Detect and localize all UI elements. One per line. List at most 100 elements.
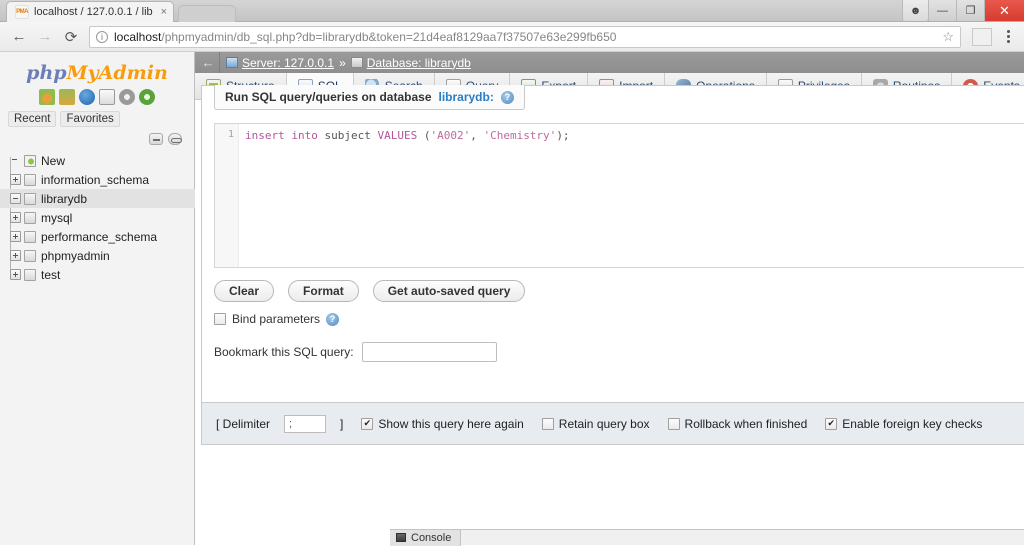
url-path: /phpmyadmin/db_sql.php?db=librarydb&toke…: [161, 29, 617, 44]
sql-token: subject: [324, 129, 378, 142]
option-label: Enable foreign key checks: [842, 416, 983, 431]
link-with-main-panel-icon[interactable]: [168, 133, 182, 145]
phpmyadmin-logo[interactable]: phpMyAdmin: [0, 52, 194, 87]
rollback-when-finished-checkbox[interactable]: [667, 417, 680, 430]
server-icon[interactable]: [59, 89, 75, 105]
option-label: Rollback when finished: [684, 416, 808, 431]
get-auto-saved-query-button[interactable]: Get auto-saved query: [372, 280, 526, 302]
breadcrumb-separator: »: [339, 55, 346, 70]
close-window-button[interactable]: ✕: [984, 0, 1024, 21]
help-icon[interactable]: ?: [326, 312, 340, 326]
minimize-button[interactable]: —: [928, 0, 956, 21]
retain-query-box-option[interactable]: Retain query box: [541, 416, 650, 431]
reload-icon[interactable]: ⟳: [58, 24, 84, 50]
page-body: phpMyAdmin Recent Favorites New informat…: [0, 52, 1024, 546]
delimiter-close-label: ]: [340, 416, 344, 431]
settings-gear-icon[interactable]: [119, 89, 135, 105]
database-icon: [24, 192, 36, 205]
browser-menu-icon[interactable]: [998, 30, 1018, 43]
tab-favorites[interactable]: Favorites: [60, 111, 120, 127]
browser-titlebar: PMA localhost / 127.0.0.1 / lib × ☻ — ❐ …: [0, 0, 1024, 22]
sql-code-content[interactable]: insert into subject VALUES ('A002', 'Che…: [239, 124, 1024, 148]
retain-query-box-checkbox[interactable]: [541, 417, 554, 430]
tree-item-librarydb[interactable]: librarydb: [0, 189, 195, 208]
sql-editor[interactable]: 1 insert into subject VALUES ('A002', 'C…: [214, 123, 1024, 268]
address-bar[interactable]: i localhost /phpmyadmin/db_sql.php?db=li…: [89, 25, 961, 48]
bookmark-input[interactable]: [361, 342, 497, 362]
back-icon[interactable]: ←: [6, 24, 32, 50]
show-query-again-checkbox[interactable]: [361, 417, 374, 430]
pma-favicon-icon: PMA: [15, 5, 29, 19]
bind-parameters-checkbox[interactable]: [214, 313, 226, 325]
profile-avatar-icon[interactable]: ☻: [902, 0, 928, 21]
browser-tabstrip: PMA localhost / 127.0.0.1 / lib ×: [0, 0, 237, 22]
tree-item-information_schema[interactable]: information_schema: [6, 170, 194, 189]
bookmark-label: Bookmark this SQL query:: [214, 345, 354, 359]
format-button[interactable]: Format: [288, 280, 359, 302]
breadcrumb-server[interactable]: Server: 127.0.0.1: [242, 56, 334, 70]
back-arrow-icon[interactable]: ←: [199, 55, 217, 70]
help-icon[interactable]: ?: [500, 90, 514, 104]
expand-icon[interactable]: [10, 212, 21, 223]
breadcrumb-database[interactable]: Database: librarydb: [367, 56, 471, 70]
bookmark-row: Bookmark this SQL query:: [214, 342, 1024, 362]
new-database-icon: [24, 154, 36, 167]
collapse-icon[interactable]: [10, 193, 21, 204]
close-icon[interactable]: ×: [161, 6, 167, 18]
new-tab-button[interactable]: [178, 5, 237, 22]
extension-icon[interactable]: [972, 27, 992, 46]
console-bar[interactable]: Console: [390, 529, 1024, 546]
tree-item-phpmyadmin[interactable]: phpmyadmin: [6, 246, 194, 265]
tree-item-label: librarydb: [41, 191, 88, 206]
clear-button[interactable]: Clear: [214, 280, 275, 302]
delimiter-input[interactable]: ;: [284, 414, 327, 433]
browser-tab[interactable]: PMA localhost / 127.0.0.1 / lib ×: [6, 1, 175, 22]
sidebar-controls: [0, 127, 194, 149]
tree-item-performance_schema[interactable]: performance_schema: [6, 227, 194, 246]
globe-icon[interactable]: [79, 89, 95, 105]
sql-page-content: Run SQL query/queries on database librar…: [201, 85, 1024, 497]
url-host: localhost: [114, 29, 162, 44]
database-icon: [24, 173, 36, 186]
rollback-when-finished-option[interactable]: Rollback when finished: [667, 416, 808, 431]
browser-window: PMA localhost / 127.0.0.1 / lib × ☻ — ❐ …: [0, 0, 1024, 546]
tab-recent[interactable]: Recent: [8, 111, 57, 127]
panel-title-database[interactable]: librarydb:: [439, 90, 494, 104]
enable-foreign-key-checks-option[interactable]: Enable foreign key checks: [825, 417, 982, 431]
sidebar-mini-tabs: Recent Favorites: [0, 111, 194, 127]
collapse-all-icon[interactable]: [149, 133, 163, 145]
tree-item-test[interactable]: test: [6, 265, 194, 284]
editor-button-row: Clear Format Get auto-saved query: [214, 280, 1024, 302]
expand-icon[interactable]: [10, 269, 21, 280]
database-icon: [350, 57, 363, 68]
navbar-right-actions: [966, 27, 1018, 46]
tree-item-label: New: [41, 153, 66, 168]
show-query-again-option[interactable]: Show this query here again: [361, 417, 524, 431]
tree-item-new[interactable]: New: [6, 151, 194, 170]
database-icon: [24, 249, 36, 262]
server-icon: [226, 57, 238, 68]
console-icon: [396, 533, 406, 542]
sql-token: 'Chemistry': [483, 129, 557, 142]
tree-item-mysql[interactable]: mysql: [6, 208, 194, 227]
reload-icon[interactable]: [139, 89, 155, 105]
database-icon: [24, 230, 36, 243]
bind-parameters-label: Bind parameters: [232, 312, 321, 326]
forward-icon[interactable]: →: [32, 24, 58, 50]
bookmark-star-icon[interactable]: ☆: [934, 29, 954, 45]
sql-token: );: [556, 129, 570, 142]
expand-icon[interactable]: [10, 231, 21, 242]
maximize-button[interactable]: ❐: [956, 0, 984, 21]
expand-icon[interactable]: [10, 250, 21, 261]
option-label: Retain query box: [558, 416, 650, 431]
breadcrumb-divider: [219, 52, 220, 73]
site-info-icon[interactable]: i: [96, 30, 108, 43]
documentation-icon[interactable]: [99, 89, 115, 105]
expand-icon[interactable]: [10, 174, 21, 185]
main-panel: ← Server: 127.0.0.1 » Database: libraryd…: [195, 52, 1024, 546]
home-icon[interactable]: [39, 89, 55, 105]
console-tab[interactable]: Console: [390, 529, 462, 546]
tree-item-label: information_schema: [41, 172, 150, 187]
bind-parameters-row: Bind parameters ?: [214, 312, 1024, 326]
enable-foreign-key-checks-checkbox[interactable]: [825, 417, 838, 430]
